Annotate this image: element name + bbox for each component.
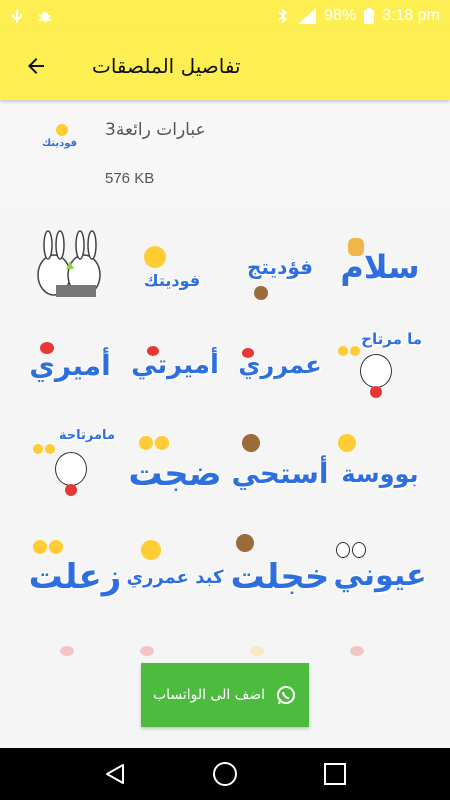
sticker-item[interactable]: ضجت bbox=[125, 418, 225, 508]
heart-icon bbox=[140, 646, 154, 656]
raised-hand-icon bbox=[348, 238, 364, 256]
sticker-item[interactable]: ما مرتاح bbox=[330, 320, 430, 410]
monkey-icon bbox=[236, 534, 254, 552]
back-button[interactable] bbox=[6, 36, 66, 96]
sticker-item[interactable]: خجلت bbox=[230, 522, 330, 612]
heart-icon bbox=[242, 348, 254, 358]
sticker-item[interactable]: أميرتي bbox=[125, 320, 225, 410]
square-recents-icon bbox=[324, 763, 346, 785]
sticker-text: مامرتاحة bbox=[58, 428, 115, 443]
sticker-text: ضجت bbox=[128, 454, 222, 494]
heart-icon bbox=[350, 646, 364, 656]
page-title: تفاصيل الملصقات bbox=[92, 54, 241, 78]
whatsapp-icon bbox=[277, 686, 296, 705]
sticker-item[interactable]: فؤديتج bbox=[230, 222, 330, 312]
rabbits-icon bbox=[37, 230, 101, 297]
sticker-text: فوديتك bbox=[143, 270, 201, 290]
sticker-item[interactable]: عيوني bbox=[330, 522, 430, 612]
sticker-text: كبد عمرري bbox=[126, 566, 224, 588]
pack-thumb-text: فوديتك bbox=[42, 138, 78, 149]
battery-icon bbox=[364, 8, 375, 24]
heart-icon bbox=[60, 646, 74, 656]
sticker-item[interactable]: مامرتاحة bbox=[25, 418, 125, 508]
add-to-whatsapp-button[interactable]: اضف الى الواتساب bbox=[141, 663, 309, 727]
sticker-item[interactable]: سلام bbox=[330, 222, 430, 312]
sticker-item[interactable]: بووسة bbox=[330, 418, 430, 508]
sticker-text: ما مرتاح bbox=[361, 330, 422, 348]
nav-home-button[interactable] bbox=[205, 754, 245, 794]
bug-icon bbox=[39, 12, 51, 22]
sticker-item[interactable]: أميري bbox=[20, 320, 120, 410]
sticker-item[interactable] bbox=[20, 222, 120, 312]
status-bar: 98% 3:18 pm bbox=[0, 0, 450, 32]
heart-eyes-icon bbox=[141, 540, 161, 560]
character-icon bbox=[360, 354, 392, 388]
sticker-text: عيوني bbox=[333, 557, 427, 593]
eye-icon bbox=[352, 542, 366, 558]
heart-eyes-icon bbox=[56, 124, 68, 136]
add-button-label: اضف الى الواتساب bbox=[152, 687, 266, 703]
pack-size: 576 KB bbox=[105, 170, 155, 187]
triangle-back-icon bbox=[106, 764, 124, 784]
pack-thumbnail: فوديتك bbox=[42, 124, 84, 160]
sad-face-icon bbox=[338, 346, 348, 356]
sticker-item[interactable]: عمرري bbox=[230, 320, 330, 410]
sticker-text: زعلت bbox=[28, 557, 122, 597]
emoji-icon bbox=[250, 646, 264, 656]
kiss-face-icon bbox=[338, 434, 356, 452]
battery-percent: 98% bbox=[324, 7, 357, 24]
heart-icon bbox=[65, 484, 77, 496]
heart-icon bbox=[147, 346, 159, 356]
arrow-back-icon bbox=[28, 58, 44, 74]
sticker-text: فؤديتج bbox=[247, 255, 313, 279]
character-icon bbox=[55, 452, 87, 486]
pack-name: عبارات رائعة3 bbox=[105, 120, 206, 140]
eye-icon bbox=[336, 542, 350, 558]
sticker-item[interactable]: فوديتك bbox=[122, 222, 222, 312]
sticker-text: أميري bbox=[29, 348, 111, 382]
sticker-item[interactable]: أستحي bbox=[230, 418, 330, 508]
heart-icon bbox=[370, 386, 382, 398]
bluetooth-icon bbox=[278, 8, 288, 24]
partial-sticker-row bbox=[0, 640, 450, 660]
sticker-text: خجلت bbox=[230, 557, 330, 597]
heart-eyes-icon bbox=[144, 246, 166, 268]
monkey-icon bbox=[254, 286, 268, 300]
sticker-item[interactable]: زعلت bbox=[25, 522, 125, 612]
sticker-grid: سلام فؤديتج فوديتك ما مرتاح عمرري أميرتي… bbox=[0, 212, 450, 652]
sticker-text: أستحي bbox=[231, 456, 329, 490]
scream-face-icon bbox=[139, 436, 153, 450]
sticker-item[interactable]: كبد عمرري bbox=[125, 522, 225, 612]
sad-face-icon bbox=[33, 540, 47, 554]
circle-home-icon bbox=[213, 762, 237, 786]
signal-icon bbox=[298, 8, 317, 24]
system-nav-bar bbox=[0, 748, 450, 800]
sad-face-icon bbox=[45, 444, 55, 454]
sticker-text: بووسة bbox=[341, 460, 419, 488]
heart-icon bbox=[40, 342, 54, 354]
sticker-text: أميرتي bbox=[131, 350, 219, 380]
sad-face-icon bbox=[49, 540, 63, 554]
sad-face-icon bbox=[33, 444, 43, 454]
scream-face-icon bbox=[155, 436, 169, 450]
app-bar: تفاصيل الملصقات bbox=[0, 32, 450, 100]
monkey-icon bbox=[242, 434, 260, 452]
usb-icon bbox=[12, 9, 22, 23]
sad-face-icon bbox=[350, 346, 360, 356]
clock: 3:18 pm bbox=[382, 7, 440, 24]
nav-back-button[interactable] bbox=[95, 754, 135, 794]
nav-recents-button[interactable] bbox=[315, 754, 355, 794]
